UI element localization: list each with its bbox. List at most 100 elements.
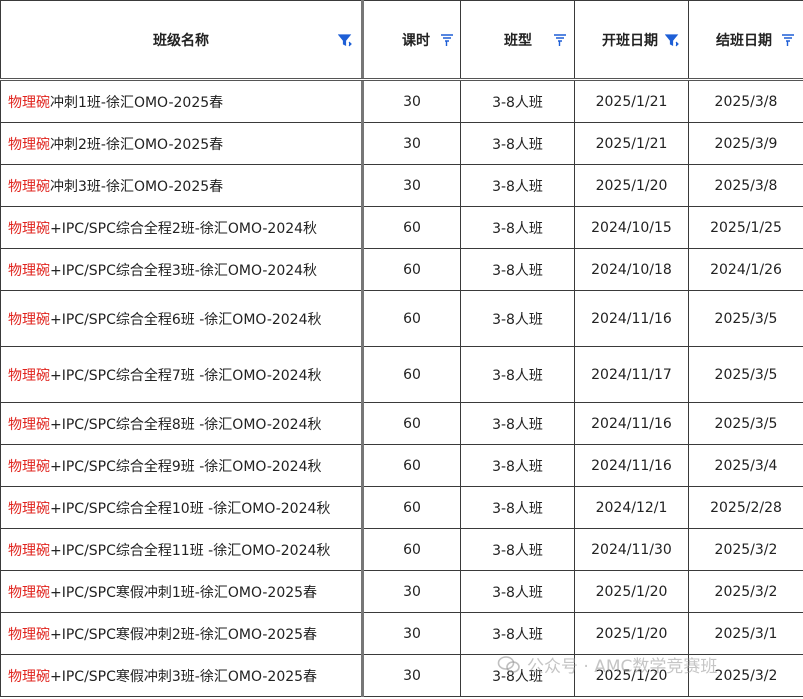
class-name-cell[interactable]: 物理碗+IPC/SPC综合全程10班 -徐汇OMO-2024秋 bbox=[0, 486, 364, 529]
class-type-cell[interactable]: 3-8人班 bbox=[460, 122, 575, 165]
filter-active-icon[interactable] bbox=[337, 33, 352, 47]
class-type-cell[interactable]: 3-8人班 bbox=[460, 79, 575, 123]
hours-cell[interactable]: 30 bbox=[362, 79, 461, 123]
table-row[interactable]: 物理碗+IPC/SPC综合全程11班 -徐汇OMO-2024秋 60 3-8人班 20… bbox=[0, 528, 803, 571]
class-name-cell[interactable]: 物理碗+IPC/SPC寒假冲刺1班-徐汇OMO-2025春 bbox=[0, 570, 364, 613]
end-date-cell[interactable]: 2025/3/5 bbox=[688, 290, 803, 347]
start-date-cell[interactable]: 2024/11/16 bbox=[574, 290, 689, 347]
table-row[interactable]: 物理碗+IPC/SPC寒假冲刺1班-徐汇OMO-2025春 30 3-8人班 2025… bbox=[0, 570, 803, 613]
filter-active-icon[interactable] bbox=[664, 33, 679, 47]
end-date-cell[interactable]: 2025/3/9 bbox=[688, 122, 803, 165]
column-header-hours[interactable]: 课时 bbox=[362, 0, 461, 80]
end-date-cell[interactable]: 2025/3/2 bbox=[688, 570, 803, 613]
end-date-cell[interactable]: 2025/3/8 bbox=[688, 164, 803, 207]
class-type-cell[interactable]: 3-8人班 bbox=[460, 444, 575, 487]
class-type-cell[interactable]: 3-8人班 bbox=[460, 528, 575, 571]
hours-cell[interactable]: 30 bbox=[362, 570, 461, 613]
table-row[interactable]: 物理碗+IPC/SPC综合全程6班 -徐汇OMO-2024秋 60 3-8人班 202… bbox=[0, 290, 803, 347]
brand-text: 物理碗 bbox=[8, 178, 50, 195]
class-type-cell[interactable]: 3-8人班 bbox=[460, 248, 575, 291]
filter-icon[interactable] bbox=[440, 33, 454, 47]
column-header-class-name[interactable]: 班级名称 bbox=[0, 0, 364, 80]
end-date-cell[interactable]: 2025/3/1 bbox=[688, 612, 803, 655]
column-header-start-date[interactable]: 开班日期 bbox=[574, 0, 689, 80]
class-name-cell[interactable]: 物理碗+IPC/SPC寒假冲刺2班-徐汇OMO-2025春 bbox=[0, 612, 364, 655]
brand-text: 物理碗 bbox=[8, 220, 50, 237]
table-row[interactable]: 物理碗冲刺2班-徐汇OMO-2025春 30 3-8人班 2025/1/21 2025/… bbox=[0, 122, 803, 165]
brand-text: 物理碗 bbox=[8, 416, 50, 433]
column-header-label: 结班日期 bbox=[716, 32, 772, 49]
column-header-label: 班型 bbox=[504, 32, 532, 49]
column-header-label: 班级名称 bbox=[153, 32, 209, 49]
start-date-cell[interactable]: 2025/1/21 bbox=[574, 122, 689, 165]
table-row[interactable]: 物理碗+IPC/SPC综合全程3班-徐汇OMO-2024秋 60 3-8人班 2024… bbox=[0, 248, 803, 291]
table-row[interactable]: 物理碗冲刺1班-徐汇OMO-2025春 30 3-8人班 2025/1/21 2025/… bbox=[0, 79, 803, 123]
table-row[interactable]: 物理碗+IPC/SPC综合全程7班 -徐汇OMO-2024秋 60 3-8人班 202… bbox=[0, 346, 803, 403]
end-date-cell[interactable]: 2025/1/25 bbox=[688, 206, 803, 249]
hours-cell[interactable]: 60 bbox=[362, 248, 461, 291]
class-type-cell[interactable]: 3-8人班 bbox=[460, 402, 575, 445]
class-type-cell[interactable]: 3-8人班 bbox=[460, 570, 575, 613]
hours-cell[interactable]: 60 bbox=[362, 444, 461, 487]
table-row[interactable]: 物理碗+IPC/SPC综合全程10班 -徐汇OMO-2024秋 60 3-8人班 20… bbox=[0, 486, 803, 529]
header-row: 班级名称 课时 班型 开班日期 结班日期 bbox=[0, 0, 803, 80]
hours-cell[interactable]: 60 bbox=[362, 528, 461, 571]
brand-text: 物理碗 bbox=[8, 542, 50, 559]
start-date-cell[interactable]: 2025/1/20 bbox=[574, 570, 689, 613]
start-date-cell[interactable]: 2025/1/21 bbox=[574, 79, 689, 123]
end-date-cell[interactable]: 2025/2/28 bbox=[688, 486, 803, 529]
column-header-class-type[interactable]: 班型 bbox=[460, 0, 575, 80]
class-name-cell[interactable]: 物理碗冲刺2班-徐汇OMO-2025春 bbox=[0, 122, 364, 165]
class-name-cell[interactable]: 物理碗+IPC/SPC综合全程7班 -徐汇OMO-2024秋 bbox=[0, 346, 364, 403]
end-date-cell[interactable]: 2025/3/8 bbox=[688, 79, 803, 123]
start-date-cell[interactable]: 2024/11/30 bbox=[574, 528, 689, 571]
start-date-cell[interactable]: 2025/1/20 bbox=[574, 612, 689, 655]
hours-cell[interactable]: 30 bbox=[362, 654, 461, 697]
hours-cell[interactable]: 60 bbox=[362, 402, 461, 445]
class-name-cell[interactable]: 物理碗+IPC/SPC寒假冲刺3班-徐汇OMO-2025春 bbox=[0, 654, 364, 697]
class-name-cell[interactable]: 物理碗+IPC/SPC综合全程2班-徐汇OMO-2024秋 bbox=[0, 206, 364, 249]
hours-cell[interactable]: 60 bbox=[362, 290, 461, 347]
class-type-cell[interactable]: 3-8人班 bbox=[460, 206, 575, 249]
class-name-cell[interactable]: 物理碗+IPC/SPC综合全程3班-徐汇OMO-2024秋 bbox=[0, 248, 364, 291]
start-date-cell[interactable]: 2024/11/17 bbox=[574, 346, 689, 403]
hours-cell[interactable]: 60 bbox=[362, 486, 461, 529]
start-date-cell[interactable]: 2025/1/20 bbox=[574, 164, 689, 207]
hours-cell[interactable]: 60 bbox=[362, 206, 461, 249]
start-date-cell[interactable]: 2024/11/16 bbox=[574, 402, 689, 445]
end-date-cell[interactable]: 2024/1/26 bbox=[688, 248, 803, 291]
column-header-end-date[interactable]: 结班日期 bbox=[688, 0, 803, 80]
class-type-cell[interactable]: 3-8人班 bbox=[460, 164, 575, 207]
hours-cell[interactable]: 60 bbox=[362, 346, 461, 403]
table-row[interactable]: 物理碗+IPC/SPC综合全程2班-徐汇OMO-2024秋 60 3-8人班 2024… bbox=[0, 206, 803, 249]
class-name-cell[interactable]: 物理碗+IPC/SPC综合全程9班 -徐汇OMO-2024秋 bbox=[0, 444, 364, 487]
class-type-cell[interactable]: 3-8人班 bbox=[460, 290, 575, 347]
class-name-cell[interactable]: 物理碗冲刺3班-徐汇OMO-2025春 bbox=[0, 164, 364, 207]
class-type-cell[interactable]: 3-8人班 bbox=[460, 612, 575, 655]
table-row[interactable]: 物理碗+IPC/SPC寒假冲刺2班-徐汇OMO-2025春 30 3-8人班 2025… bbox=[0, 612, 803, 655]
class-name-cell[interactable]: 物理碗+IPC/SPC综合全程6班 -徐汇OMO-2024秋 bbox=[0, 290, 364, 347]
end-date-cell[interactable]: 2025/3/5 bbox=[688, 402, 803, 445]
end-date-cell[interactable]: 2025/3/2 bbox=[688, 528, 803, 571]
table-row[interactable]: 物理碗+IPC/SPC综合全程9班 -徐汇OMO-2024秋 60 3-8人班 202… bbox=[0, 444, 803, 487]
class-type-cell[interactable]: 3-8人班 bbox=[460, 486, 575, 529]
hours-cell[interactable]: 30 bbox=[362, 164, 461, 207]
class-type-cell[interactable]: 3-8人班 bbox=[460, 346, 575, 403]
hours-cell[interactable]: 30 bbox=[362, 612, 461, 655]
class-name-cell[interactable]: 物理碗冲刺1班-徐汇OMO-2025春 bbox=[0, 79, 364, 123]
class-name-cell[interactable]: 物理碗+IPC/SPC综合全程11班 -徐汇OMO-2024秋 bbox=[0, 528, 364, 571]
table-row[interactable]: 物理碗+IPC/SPC综合全程8班 -徐汇OMO-2024秋 60 3-8人班 202… bbox=[0, 402, 803, 445]
start-date-cell[interactable]: 2024/10/18 bbox=[574, 248, 689, 291]
brand-text: 物理碗 bbox=[8, 626, 50, 643]
start-date-cell[interactable]: 2024/10/15 bbox=[574, 206, 689, 249]
filter-icon[interactable] bbox=[781, 33, 795, 47]
start-date-cell[interactable]: 2024/11/16 bbox=[574, 444, 689, 487]
start-date-cell[interactable]: 2024/12/1 bbox=[574, 486, 689, 529]
end-date-cell[interactable]: 2025/3/5 bbox=[688, 346, 803, 403]
hours-cell[interactable]: 30 bbox=[362, 122, 461, 165]
class-name-cell[interactable]: 物理碗+IPC/SPC综合全程8班 -徐汇OMO-2024秋 bbox=[0, 402, 364, 445]
class-name-text: +IPC/SPC综合全程3班-徐汇OMO-2024秋 bbox=[50, 262, 318, 279]
end-date-cell[interactable]: 2025/3/4 bbox=[688, 444, 803, 487]
table-row[interactable]: 物理碗冲刺3班-徐汇OMO-2025春 30 3-8人班 2025/1/20 2025/… bbox=[0, 164, 803, 207]
filter-icon[interactable] bbox=[553, 33, 567, 47]
